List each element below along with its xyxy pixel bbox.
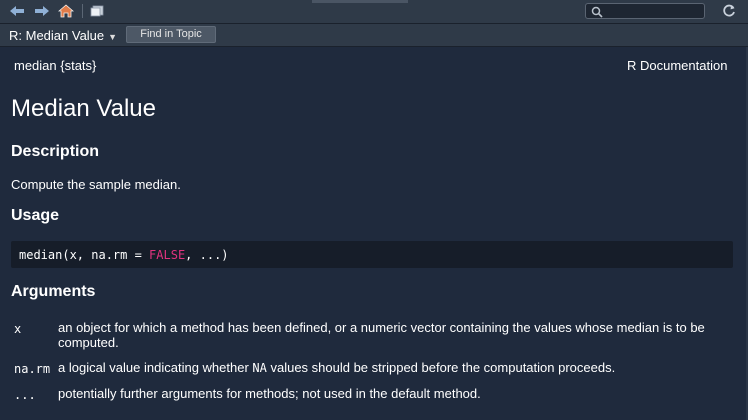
help-search-box[interactable] xyxy=(585,3,705,19)
argument-name: na.rm xyxy=(14,362,51,376)
refresh-button[interactable] xyxy=(720,3,738,19)
code-keyword: FALSE xyxy=(149,248,186,262)
arrow-left-icon xyxy=(10,6,24,16)
show-in-new-window-button[interactable] xyxy=(88,3,106,19)
popout-icon xyxy=(90,5,104,17)
home-icon xyxy=(58,4,74,18)
topic-title: R: Median Value xyxy=(9,28,105,43)
help-search-input[interactable] xyxy=(608,4,700,18)
argument-name: x xyxy=(14,322,22,336)
home-button[interactable] xyxy=(57,3,75,19)
doc-type-label: R Documentation xyxy=(627,58,728,73)
toolbar-separator xyxy=(82,4,83,18)
find-in-topic-button[interactable]: Find in Topic xyxy=(126,26,216,43)
argument-description: a logical value indicating whether NA va… xyxy=(58,360,616,375)
description-text: Compute the sample median. xyxy=(11,177,181,192)
page-title: Median Value xyxy=(11,95,156,122)
search-icon xyxy=(591,6,603,18)
back-button[interactable] xyxy=(8,3,26,19)
help-document: median {stats} R Documentation Median Va… xyxy=(0,47,748,420)
chevron-down-icon: ▼ xyxy=(108,31,118,42)
usage-code-block: median(x, na.rm = FALSE, ...) xyxy=(11,241,733,268)
help-toolbar xyxy=(0,0,748,24)
refresh-icon xyxy=(723,4,735,17)
forward-button[interactable] xyxy=(33,3,51,19)
pane-tab-indicator xyxy=(312,0,408,3)
package-label: median {stats} xyxy=(14,58,97,73)
argument-description: potentially further arguments for method… xyxy=(58,386,481,401)
usage-code: median(x, na.rm = FALSE, ...) xyxy=(19,248,229,262)
usage-heading: Usage xyxy=(11,207,60,224)
arrow-right-icon xyxy=(35,6,49,16)
inline-code: NA xyxy=(252,361,267,375)
topic-bar: R: Median Value ▼ Find in Topic xyxy=(0,24,748,47)
topic-dropdown[interactable]: R: Median Value ▼ xyxy=(9,28,117,43)
arguments-heading: Arguments xyxy=(11,283,96,300)
argument-name: ... xyxy=(14,388,36,402)
argument-description: an object for which a method has been de… xyxy=(58,320,705,350)
description-heading: Description xyxy=(11,143,100,160)
